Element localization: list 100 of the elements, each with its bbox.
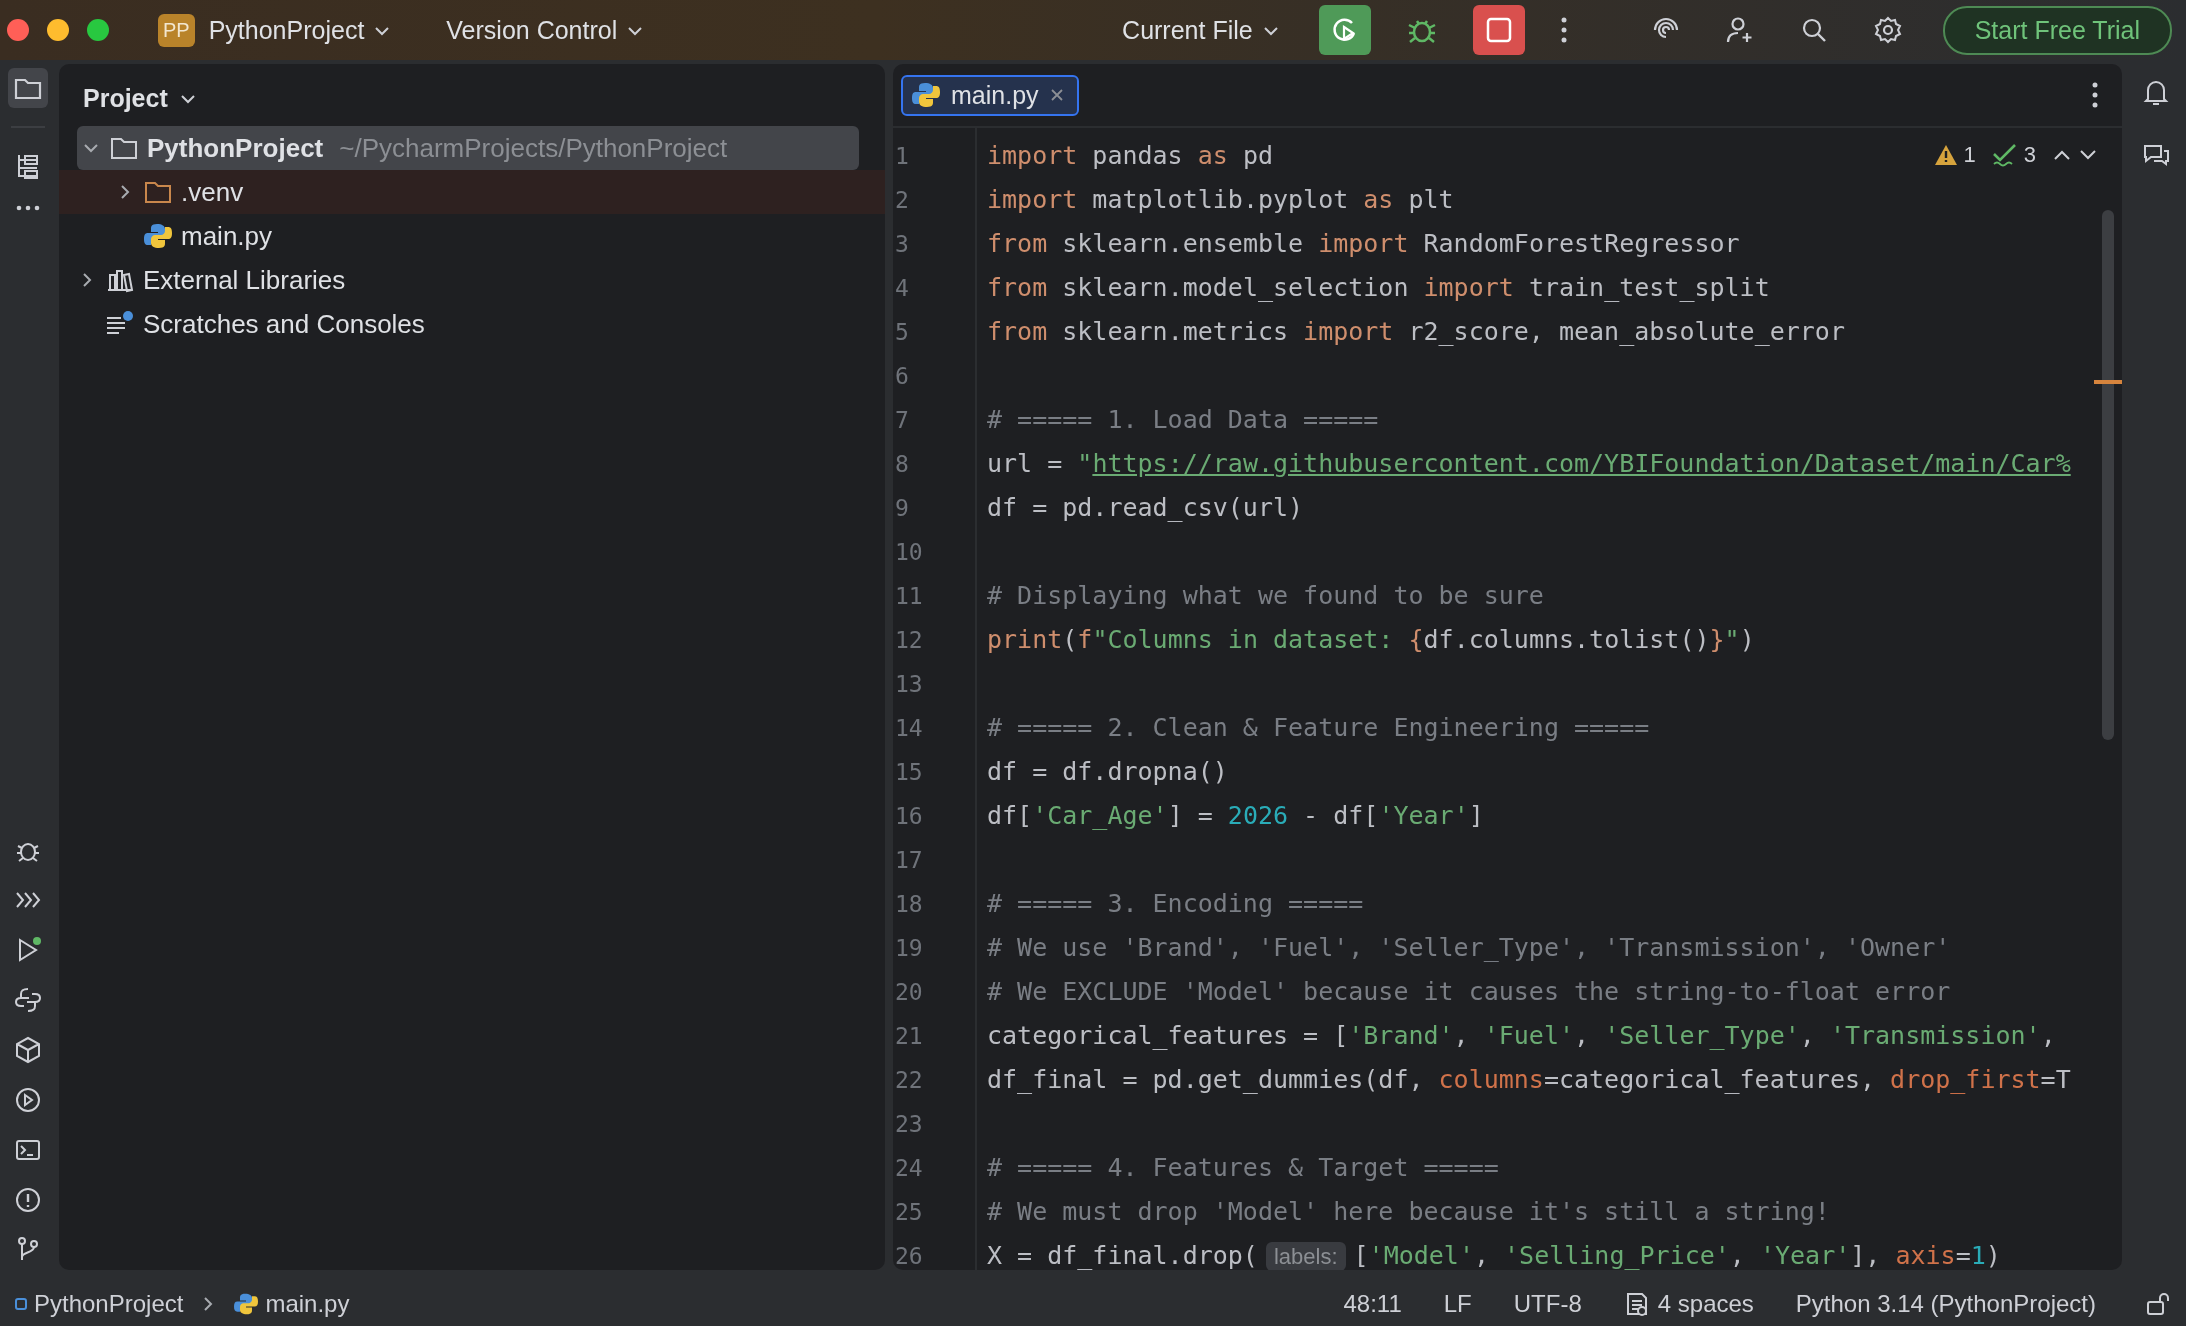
library-icon bbox=[105, 267, 135, 293]
indent-label: 4 spaces bbox=[1657, 1290, 1754, 1318]
stop-button[interactable] bbox=[1472, 5, 1525, 55]
code-line: df = df.dropna() bbox=[987, 757, 1228, 786]
tree-item[interactable]: PythonProject ~/PycharmProjects/PythonProject bbox=[77, 126, 859, 170]
line-number: 1 bbox=[895, 142, 910, 171]
line-number: 6 bbox=[895, 362, 910, 391]
lock-icon[interactable] bbox=[2144, 1290, 2172, 1318]
line-number: 2 bbox=[895, 186, 910, 215]
settings-icon[interactable] bbox=[1872, 15, 1903, 45]
line-number: 17 bbox=[895, 846, 924, 875]
line-number: 8 bbox=[895, 450, 910, 479]
tree-item[interactable]: .venv bbox=[59, 170, 885, 214]
line-number: 26 bbox=[895, 1242, 924, 1270]
file-encoding[interactable]: UTF-8 bbox=[1503, 1290, 1592, 1318]
tree-item-label: Scratches and Consoles bbox=[143, 308, 425, 340]
line-number: 12 bbox=[895, 626, 924, 655]
code-line: # We use 'Brand', 'Fuel', 'Seller_Type', 'Transmission', 'Owner' bbox=[987, 933, 1951, 962]
code-line: # ===== 4. Features & Target ===== bbox=[987, 1153, 1499, 1182]
code-line: from sklearn.model_selection import train_test_split bbox=[987, 273, 1770, 302]
line-separator[interactable]: LF bbox=[1433, 1290, 1482, 1318]
line-number: 13 bbox=[895, 670, 924, 699]
maximize-window-button[interactable] bbox=[86, 18, 110, 42]
code-line: # ===== 1. Load Data ===== bbox=[987, 405, 1379, 434]
check-count: 3 bbox=[2023, 142, 2036, 168]
code-line: url = "https://raw.githubusercontent.com/YBIFoundation/Dataset/main/Car% bbox=[987, 449, 2071, 478]
tab-label: main.py bbox=[951, 80, 1039, 110]
more-icon[interactable] bbox=[2090, 80, 2100, 110]
python-file-icon bbox=[233, 1292, 260, 1316]
module-icon bbox=[14, 1297, 28, 1311]
add-user-icon[interactable] bbox=[1724, 15, 1755, 45]
code-line: # We must drop 'Model' here because it's still a string! bbox=[987, 1197, 1830, 1226]
previous-icon[interactable] bbox=[2052, 148, 2072, 162]
line-number: 18 bbox=[895, 890, 924, 919]
tree-item[interactable]: Scratches and Consoles bbox=[59, 302, 885, 346]
tree-item-label: PythonProject bbox=[147, 132, 324, 164]
version-control-menu[interactable]: Version Control bbox=[446, 15, 644, 45]
project-view-menu[interactable]: Project bbox=[83, 83, 196, 113]
next-icon[interactable] bbox=[2078, 148, 2098, 162]
minimize-window-button[interactable] bbox=[46, 18, 70, 42]
code-line: import matplotlib.pyplot as plt bbox=[987, 185, 1454, 214]
line-number: 9 bbox=[895, 494, 910, 523]
caret-icon bbox=[1262, 26, 1279, 36]
line-number: 15 bbox=[895, 758, 924, 787]
warning-marker[interactable] bbox=[2094, 380, 2122, 384]
line-number: 20 bbox=[895, 978, 924, 1007]
caret-icon bbox=[179, 94, 196, 104]
line-number: 16 bbox=[895, 802, 924, 831]
breadcrumb-label: main.py bbox=[265, 1290, 350, 1318]
line-number: 10 bbox=[895, 538, 924, 567]
code-line: df_final = pd.get_dummies(df, columns=categorical_features, drop_first=T bbox=[987, 1065, 2071, 1094]
code-line: X = df_final.drop( labels: ['Model', 'Selling_Price', 'Year'], axis=1) bbox=[987, 1241, 2001, 1270]
project-badge: PP bbox=[158, 13, 195, 47]
run-configuration-menu[interactable]: Current File bbox=[1122, 15, 1279, 45]
caret-icon bbox=[374, 26, 391, 36]
code-line: import pandas as pd bbox=[987, 141, 1273, 170]
tree-item[interactable]: External Libraries bbox=[59, 258, 885, 302]
line-number: 5 bbox=[895, 318, 910, 347]
line-number: 7 bbox=[895, 406, 910, 435]
interpreter-selector[interactable]: Python 3.14 (PythonProject) bbox=[1785, 1290, 2106, 1318]
rerun-button[interactable] bbox=[1318, 5, 1371, 55]
tree-item[interactable]: main.py bbox=[59, 214, 885, 258]
project-path: ~/PycharmProjects/PythonProject bbox=[339, 132, 728, 164]
code-line: # ===== 2. Clean & Feature Engineering ===== bbox=[987, 713, 1650, 742]
code-line: categorical_features = ['Brand', 'Fuel', 'Seller_Type', 'Transmission', bbox=[987, 1021, 2056, 1050]
line-number: 14 bbox=[895, 714, 924, 743]
breadcrumb[interactable]: main.py bbox=[233, 1290, 350, 1318]
editor-tab[interactable]: main.py bbox=[901, 74, 1079, 116]
tree-item-label: main.py bbox=[181, 220, 273, 252]
start-free-trial-button[interactable]: Start Free Trial bbox=[1942, 5, 2172, 55]
code-line: print(f"Columns in dataset: {df.columns.tolist()}") bbox=[987, 625, 1755, 654]
warning-count: 1 bbox=[1963, 142, 1976, 168]
code-line: # Displaying what we found to be sure bbox=[987, 581, 1544, 610]
line-number: 3 bbox=[895, 230, 910, 259]
project-menu[interactable]: PythonProject bbox=[208, 15, 391, 45]
python-file-icon bbox=[143, 222, 173, 250]
line-number: 21 bbox=[895, 1022, 924, 1051]
code-line: # We EXCLUDE 'Model' because it causes the string-to-float error bbox=[987, 977, 1951, 1006]
code-line: from sklearn.ensemble import RandomForestRegressor bbox=[987, 229, 1740, 258]
code-line: # ===== 3. Encoding ===== bbox=[987, 889, 1364, 918]
line-number: 25 bbox=[895, 1198, 924, 1227]
scrollbar[interactable] bbox=[2102, 210, 2114, 740]
folder-icon bbox=[109, 135, 139, 161]
folder-icon bbox=[143, 179, 173, 205]
caret-position[interactable]: 48:11 bbox=[1333, 1290, 1412, 1318]
indent-setting[interactable]: 4 spaces bbox=[1613, 1290, 1764, 1318]
line-number: 4 bbox=[895, 274, 910, 303]
check-icon[interactable] bbox=[1991, 143, 2018, 167]
code-line: df['Car_Age'] = 2026 - df['Year'] bbox=[987, 801, 1484, 830]
folder-icon[interactable] bbox=[7, 68, 48, 108]
caret-icon bbox=[627, 26, 644, 36]
close-window-button[interactable] bbox=[6, 18, 30, 42]
code-line: df = pd.read_csv(url) bbox=[987, 493, 1304, 522]
code-line: from sklearn.metrics import r2_score, mean_absolute_error bbox=[987, 317, 1845, 346]
line-number: 22 bbox=[895, 1066, 924, 1095]
line-number: 11 bbox=[895, 582, 924, 611]
tree-item-label: External Libraries bbox=[143, 264, 346, 296]
line-number: 23 bbox=[895, 1110, 924, 1139]
warning-icon[interactable] bbox=[1933, 144, 1958, 166]
close-icon[interactable] bbox=[1048, 87, 1065, 103]
